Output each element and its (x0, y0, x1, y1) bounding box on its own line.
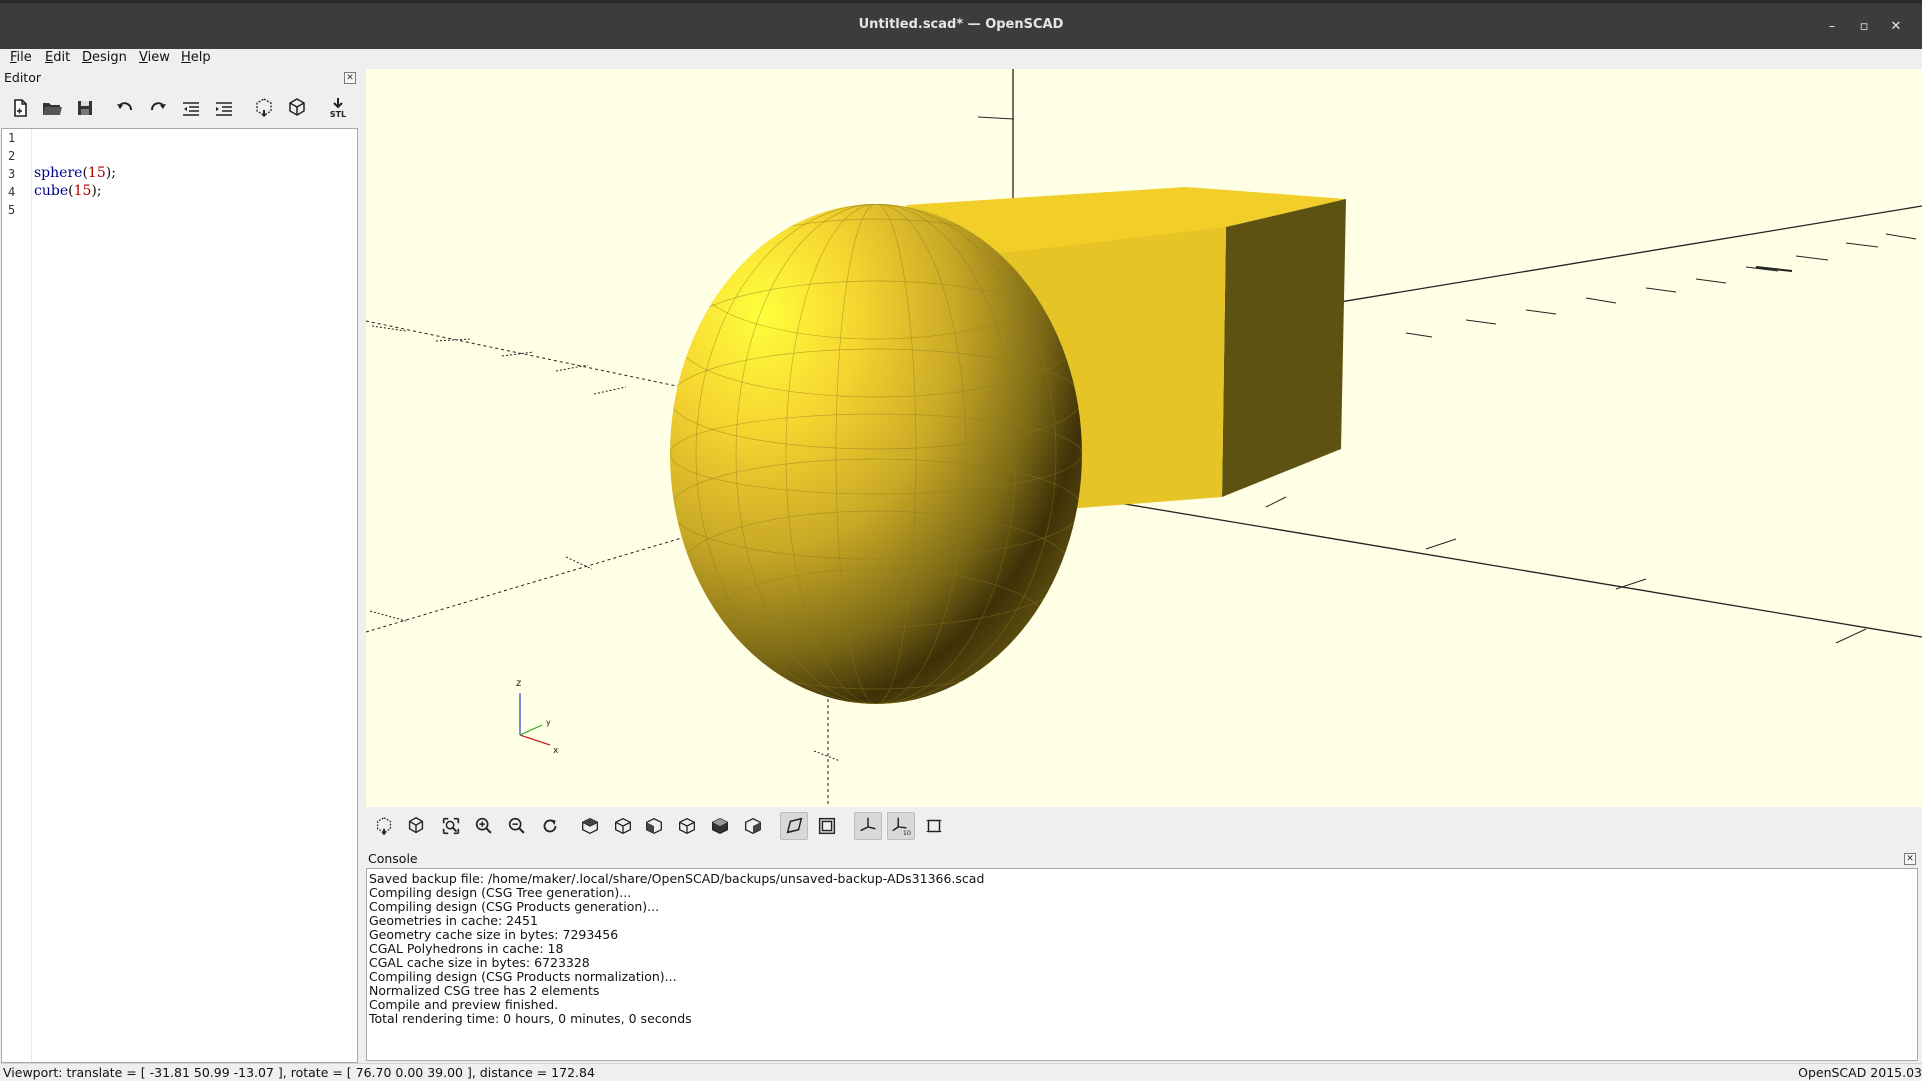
unindent-icon[interactable] (177, 94, 205, 122)
indent-icon[interactable] (210, 94, 238, 122)
console-line: Total rendering time: 0 hours, 0 minutes… (369, 1011, 692, 1026)
redo-icon[interactable] (144, 94, 172, 122)
console-title: Console (368, 851, 418, 866)
render-icon[interactable] (402, 812, 430, 840)
view-back-icon[interactable] (739, 812, 767, 840)
code-function: cube (34, 183, 69, 199)
open-file-icon[interactable] (38, 94, 66, 122)
view-right-icon[interactable] (673, 812, 701, 840)
new-file-icon[interactable] (6, 94, 34, 122)
console-line: Saved backup file: /home/maker/.local/sh… (369, 871, 985, 886)
editor-toolbar: STL (0, 90, 362, 126)
show-scale-markers-icon[interactable]: 10 (887, 812, 915, 840)
gizmo-y-label: y (546, 718, 551, 727)
code-function: sphere (34, 165, 83, 181)
show-edges-icon[interactable] (920, 812, 948, 840)
title-bar: Untitled.scad* — OpenSCAD – ▫ ✕ (0, 0, 1922, 49)
console-line: Compiling design (CSG Products generatio… (369, 899, 660, 914)
openscad-window: Untitled.scad* — OpenSCAD – ▫ ✕ File Edi… (0, 0, 1922, 1081)
console-line: Geometry cache size in bytes: 7293456 (369, 927, 619, 942)
line-number: 5 (8, 203, 16, 217)
zoom-out-icon[interactable] (503, 812, 531, 840)
axis-gizmo: z y x (516, 678, 559, 756)
view-toolbar: 10 (366, 807, 1922, 847)
code-number: 15 (73, 183, 92, 199)
console-line: Compiling design (CSG Tree generation)..… (369, 885, 632, 900)
view-left-icon[interactable] (640, 812, 668, 840)
menu-help-mnemonic: H (181, 50, 191, 65)
view-bottom-icon[interactable] (609, 812, 637, 840)
version-label: OpenSCAD 2015.03 (1798, 1065, 1922, 1080)
console-output[interactable]: Saved backup file: /home/maker/.local/sh… (366, 868, 1918, 1061)
code-punct: ); (91, 183, 102, 199)
line-number: 4 (8, 185, 16, 199)
menu-file[interactable]: File (10, 50, 32, 65)
viewport-canvas: z y x (366, 69, 1922, 807)
orthogonal-icon[interactable] (813, 812, 841, 840)
editor-panel: Editor ✕ STL 1 2 3 4 5 sphere(15); cube(… (0, 69, 362, 1063)
console-line: Geometries in cache: 2451 (369, 913, 538, 928)
scale-marker-label: 10 (903, 829, 911, 837)
menu-view-mnemonic: V (139, 50, 148, 65)
preview-icon[interactable] (370, 812, 398, 840)
menu-view[interactable]: View (139, 50, 170, 65)
export-stl-icon[interactable]: STL (324, 94, 352, 122)
console-line: CGAL cache size in bytes: 6723328 (369, 955, 590, 970)
line-number: 3 (8, 167, 16, 181)
code-number: 15 (87, 165, 106, 181)
export-stl-label: STL (330, 110, 346, 119)
status-bar: Viewport: translate = [ -31.81 50.99 -13… (0, 1063, 1922, 1081)
menu-design-label: esign (92, 50, 127, 65)
reset-view-icon[interactable] (536, 812, 564, 840)
minimize-button[interactable]: – (1823, 19, 1841, 37)
perspective-icon[interactable] (780, 812, 808, 840)
editor-title: Editor (4, 70, 41, 85)
gizmo-x-label: x (553, 746, 559, 756)
render-icon[interactable] (283, 94, 311, 122)
sphere-model (670, 204, 1082, 704)
show-axes-icon[interactable] (854, 812, 882, 840)
viewport-status: Viewport: translate = [ -31.81 50.99 -13… (3, 1065, 595, 1080)
menu-help[interactable]: Help (181, 50, 211, 65)
menu-edit-mnemonic: E (45, 50, 54, 65)
menu-edit[interactable]: Edit (45, 50, 70, 65)
view-top-icon[interactable] (576, 812, 604, 840)
save-icon[interactable] (71, 94, 99, 122)
line-number: 2 (8, 149, 16, 163)
menu-bar: File Edit Design View Help (0, 49, 1922, 69)
menu-design-mnemonic: D (82, 50, 93, 65)
line-number-gutter: 1 2 3 4 5 (2, 129, 32, 1062)
code-line: cube(15); (34, 183, 102, 199)
code-punct: ); (105, 165, 116, 181)
view-all-icon[interactable] (437, 812, 465, 840)
window-title: Untitled.scad* — OpenSCAD (858, 17, 1064, 32)
console-close-icon[interactable]: ✕ (1904, 853, 1916, 865)
line-number: 1 (8, 131, 16, 145)
console-line: CGAL Polyhedrons in cache: 18 (369, 941, 564, 956)
zoom-in-icon[interactable] (470, 812, 498, 840)
menu-edit-label: dit (53, 50, 71, 65)
menu-view-label: iew (147, 50, 170, 65)
gizmo-z-label: z (516, 678, 521, 689)
maximize-button[interactable]: ▫ (1855, 19, 1873, 37)
console-line: Normalized CSG tree has 2 elements (369, 983, 600, 998)
code-line: sphere(15); (34, 165, 116, 181)
console-line: Compiling design (CSG Products normaliza… (369, 969, 677, 984)
3d-viewport[interactable]: z y x (366, 69, 1922, 807)
close-button[interactable]: ✕ (1887, 19, 1905, 37)
console-panel: Console ✕ Saved backup file: /home/maker… (366, 847, 1922, 1063)
view-front-icon[interactable] (706, 812, 734, 840)
preview-icon[interactable] (250, 94, 278, 122)
console-line: Compile and preview finished. (369, 997, 559, 1012)
undo-icon[interactable] (111, 94, 139, 122)
menu-file-label: ile (16, 50, 32, 65)
menu-design[interactable]: Design (82, 50, 127, 65)
menu-help-label: elp (190, 50, 211, 65)
code-editor[interactable]: 1 2 3 4 5 sphere(15); cube(15); (1, 128, 358, 1063)
editor-close-icon[interactable]: ✕ (344, 72, 356, 84)
